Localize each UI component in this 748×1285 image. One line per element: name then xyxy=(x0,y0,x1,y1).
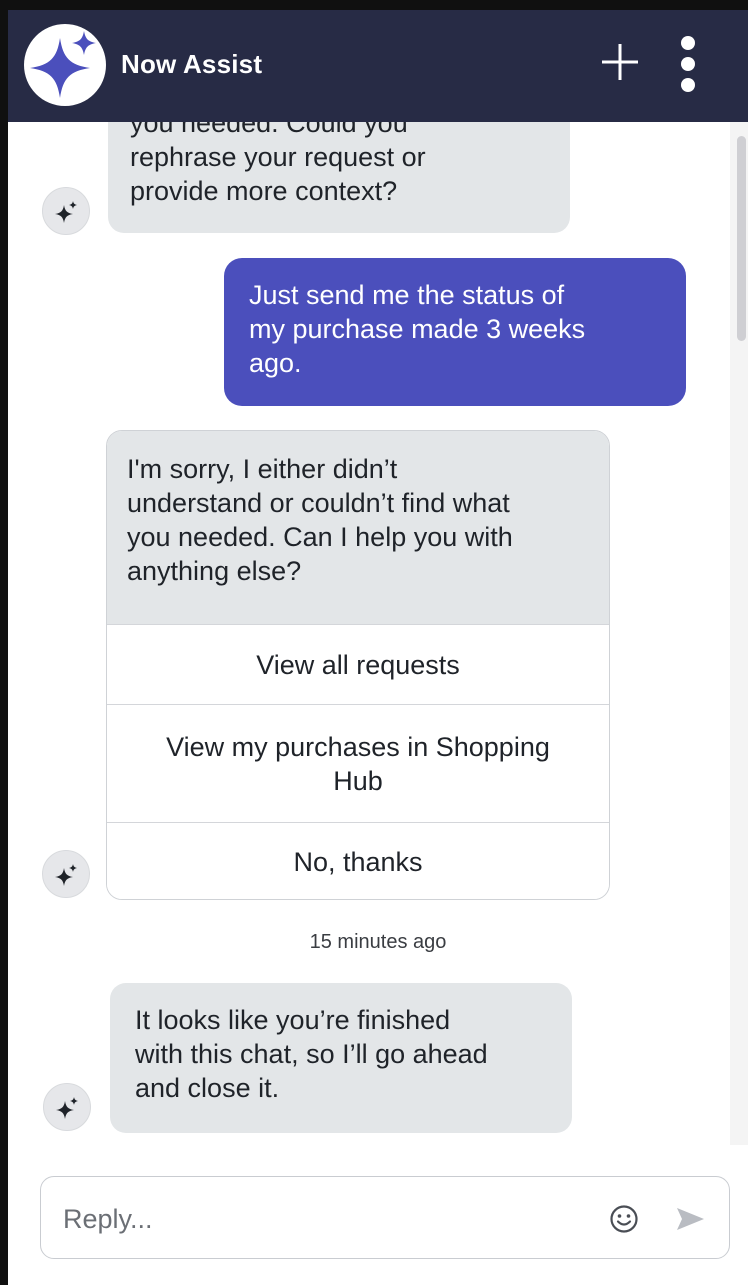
message-line: rephrase your request or xyxy=(130,142,426,172)
message-line: Just send me the status of xyxy=(249,280,565,310)
now-assist-logo xyxy=(24,24,106,106)
option-label: Hub xyxy=(333,765,383,796)
message-line: you needed. Can I help you with xyxy=(127,522,513,552)
plus-icon xyxy=(602,44,638,80)
option-view-purchases[interactable]: View my purchases in Shopping Hub xyxy=(107,704,609,822)
sparkle-icon xyxy=(55,201,77,223)
bot-card-message: I'm sorry, I either didn’t understand or… xyxy=(107,431,609,624)
emoji-button[interactable] xyxy=(608,1203,640,1235)
sparkle-icon xyxy=(55,864,77,886)
header-title: Now Assist xyxy=(121,49,263,79)
user-message: Just send me the status of my purchase m… xyxy=(224,258,686,406)
reply-composer xyxy=(40,1176,730,1259)
option-label: No, thanks xyxy=(293,847,423,877)
option-no-thanks[interactable]: No, thanks xyxy=(107,822,609,899)
option-label: View all requests xyxy=(256,649,460,680)
more-vertical-icon xyxy=(681,36,695,92)
bot-message: It looks like you’re finished with this … xyxy=(110,983,572,1133)
message-line: you needed. Could you xyxy=(130,122,408,138)
sparkle-icon xyxy=(30,31,96,98)
sparkle-icon xyxy=(56,1097,78,1119)
message-line: understand or couldn’t find what xyxy=(127,488,510,518)
message-line: with this chat, so I’ll go ahead xyxy=(135,1039,488,1069)
chat-scrollbar[interactable] xyxy=(730,122,748,1145)
option-view-all-requests[interactable]: View all requests xyxy=(107,624,609,704)
bot-avatar xyxy=(43,1083,91,1131)
scrollbar-thumb[interactable] xyxy=(737,136,746,341)
emoji-icon xyxy=(610,1205,638,1233)
more-options-button[interactable] xyxy=(672,30,704,100)
message-line: anything else? xyxy=(127,556,302,586)
message-line: I'm sorry, I either didn’t xyxy=(127,454,398,484)
window-top-edge xyxy=(0,0,748,10)
message-line: and close it. xyxy=(135,1073,280,1103)
reply-input[interactable] xyxy=(63,1199,583,1239)
message-line: provide more context? xyxy=(130,176,398,206)
message-line: It looks like you’re finished xyxy=(135,1005,451,1035)
bot-avatar xyxy=(42,850,90,898)
bot-message: you needed. Could you rephrase your requ… xyxy=(108,122,570,233)
message-line: ago. xyxy=(249,348,302,378)
send-button[interactable] xyxy=(673,1203,707,1235)
new-chat-button[interactable] xyxy=(598,40,642,84)
message-line: my purchase made 3 weeks xyxy=(249,314,586,344)
bot-options-card: I'm sorry, I either didn’t understand or… xyxy=(106,430,610,900)
bot-avatar xyxy=(42,187,90,235)
chat-transcript[interactable]: you needed. Could you rephrase your requ… xyxy=(8,122,748,1145)
option-label: View my purchases in Shopping xyxy=(166,731,550,762)
chat-header: Now Assist xyxy=(8,10,748,122)
send-icon xyxy=(677,1208,704,1230)
message-timestamp: 15 minutes ago xyxy=(309,931,447,953)
